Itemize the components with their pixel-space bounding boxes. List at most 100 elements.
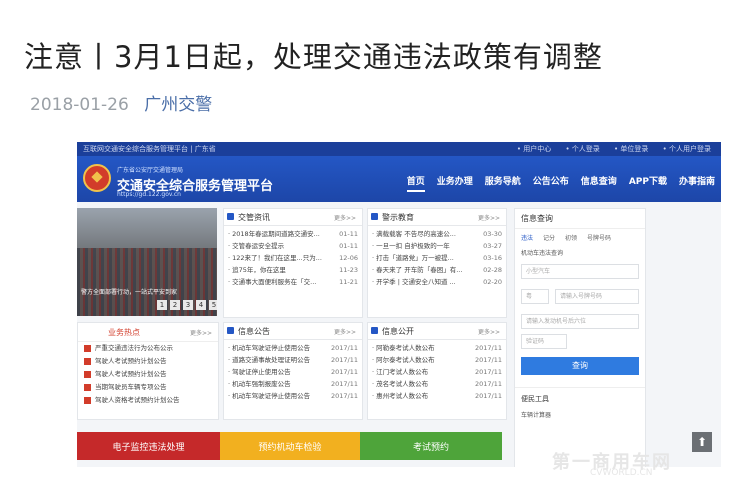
tab-points[interactable]: 记分 — [543, 233, 555, 242]
vehicle-inspection-label: 预约机动车检验 — [258, 442, 322, 453]
main-nav: 首页 业务办理 服务导航 公告公布 信息查询 APP下载 办事指南 — [406, 174, 715, 192]
nav-query[interactable]: 信息查询 — [581, 174, 617, 192]
list-item[interactable]: 驾驶人资格考试预约计划公告 — [78, 394, 218, 407]
list-item[interactable]: · 打击「道路党」万一被提... 03-16 — [368, 252, 506, 264]
nav-notice[interactable]: 公告公布 — [533, 174, 569, 192]
business-hot-panel: 业务热点 更多>> 严重交通违法行为公布公示 驾驶人考试预约计划公告 驾驶人考试… — [77, 322, 219, 420]
list-item[interactable]: 严重交通违法行为公布公示 — [78, 342, 218, 355]
panel-title: 业务热点 — [108, 328, 140, 337]
vehicle-inspection-button[interactable]: 预约机动车检验 — [220, 432, 360, 460]
list-item[interactable]: · 阿勒泰考试人数公布 2017/11 — [368, 342, 506, 354]
article-headline: 注意丨3月1日起，处理交通违法政策有调整 — [24, 40, 603, 74]
list-item[interactable]: · 122来了！我们在这里...只为... 12-06 — [224, 252, 362, 264]
nav-home[interactable]: 首页 — [406, 174, 425, 192]
police-emblem-icon — [83, 164, 111, 192]
query-title: 信息查询 — [515, 209, 645, 229]
more-link[interactable]: 更多>> — [478, 327, 500, 336]
site-subtitle: 广东省公安厅交通管理局 — [117, 167, 184, 174]
list-item[interactable]: · 机动车驾驶证停止使用公告 2017/11 — [224, 342, 362, 354]
list-item[interactable]: · 机动车驾驶证停止使用公告 2017/11 — [224, 390, 362, 402]
topbar-link[interactable]: • 单位登录 — [614, 145, 648, 153]
site-topbar: 互联网交通安全综合服务管理平台 | 广东省 • 用户中心 • 个人登录 • 单位… — [77, 142, 721, 156]
article-header: 注意丨3月1日起，处理交通违法政策有调整 2018-01-26 广州交警 — [0, 0, 737, 130]
news-list: · 2018年春运期间道路交通安... 01-11 · 交管春运安全提示 01-11… — [224, 228, 362, 288]
list-item[interactable]: · 2018年春运期间道路交通安... 01-11 — [224, 228, 362, 240]
item-icon — [84, 357, 91, 365]
list-item[interactable]: · 交通事大面便利服务在「交... 11-21 — [224, 276, 362, 288]
vehicle-type-select[interactable]: 小型汽车 — [521, 264, 639, 279]
article-source-link[interactable]: 广州交警 — [144, 95, 212, 115]
nav-business[interactable]: 业务办理 — [437, 174, 473, 192]
site-header: 广东省公安厅交通管理局 交通安全综合服务管理平台 https://gd.122.… — [77, 156, 721, 202]
banner-page[interactable]: 4 — [196, 300, 206, 310]
panel-title: 警示教育 — [382, 213, 414, 222]
traffic-news-panel: 交管资讯 更多>> · 2018年春运期间道路交通安... 01-11 · 交管春… — [223, 208, 363, 318]
topbar-link[interactable]: • 个人登录 — [565, 145, 599, 153]
camera-violation-label: 电子监控违法处理 — [112, 442, 185, 453]
topbar-left-text: 互联网交通安全综合服务管理平台 | 广东省 — [83, 145, 216, 153]
query-button[interactable]: 查询 — [521, 357, 639, 375]
list-item[interactable]: · 春天来了 开车防「春困」有... 02-28 — [368, 264, 506, 276]
list-item[interactable]: 当期驾驶员车辆专项公告 — [78, 381, 218, 394]
panel-title: 信息公告 — [238, 327, 270, 336]
list-item[interactable]: · 交管春运安全提示 01-11 — [224, 240, 362, 252]
camera-violation-button[interactable]: 电子监控违法处理 — [77, 432, 220, 460]
banner-page[interactable]: 3 — [183, 300, 193, 310]
banner-page[interactable]: 2 — [170, 300, 180, 310]
warning-icon — [371, 213, 378, 220]
more-link[interactable]: 更多>> — [478, 213, 500, 222]
article-date: 2018-01-26 — [30, 95, 129, 115]
tools-title: 便民工具 — [515, 387, 645, 410]
list-item[interactable]: · 阿尔泰考试人数公布 2017/11 — [368, 354, 506, 366]
panel-header: 警示教育 更多>> — [368, 209, 506, 226]
list-item[interactable]: 驾驶人考试预约计划公告 — [78, 368, 218, 381]
more-link[interactable]: 更多>> — [190, 328, 212, 337]
tools-item[interactable]: 车辆计算器 — [515, 410, 645, 419]
watermark-subtext: CVWORLD.CN — [590, 468, 653, 478]
tab-plate[interactable]: 号牌号码 — [587, 233, 611, 242]
plate-input[interactable]: 请输入号牌号码 — [555, 289, 639, 304]
banner-page[interactable]: 1 — [157, 300, 167, 310]
list-item[interactable]: · 开学季 | 交通安全八知道 ... 02-20 — [368, 276, 506, 288]
plate-row: 粤 请输入号牌号码 — [515, 284, 645, 309]
panel-header: 业务热点 更多>> — [78, 323, 218, 342]
tab-first[interactable]: 初领 — [565, 233, 577, 242]
list-item[interactable]: · 满载载客 不告尽的高速公... 03-30 — [368, 228, 506, 240]
list-item[interactable]: · 驾驶证停止使用公告 2017/11 — [224, 366, 362, 378]
list-item[interactable]: · 惠州考试人数公布 2017/11 — [368, 390, 506, 402]
panel-header: 交管资讯 更多>> — [224, 209, 362, 226]
news-banner[interactable]: 警方全面部署行动，一站式平安到家 1 2 3 4 5 — [77, 208, 217, 316]
nav-service[interactable]: 服务导航 — [485, 174, 521, 192]
more-link[interactable]: 更多>> — [334, 213, 356, 222]
list-item[interactable]: · 道路交通事故处理证明公告 2017/11 — [224, 354, 362, 366]
article-meta: 2018-01-26 广州交警 — [30, 90, 212, 115]
list-item[interactable]: 驾驶人考试预约计划公告 — [78, 355, 218, 368]
news-icon — [227, 213, 234, 220]
item-icon — [84, 370, 91, 378]
info-notice-panel: 信息公告 更多>> · 机动车驾驶证停止使用公告 2017/11 · 道路交通事故… — [223, 322, 363, 420]
captcha-input[interactable]: 验证码 — [521, 334, 567, 349]
scroll-top-icon[interactable]: ⬆ — [692, 432, 712, 452]
topbar-link[interactable]: • 用户中心 — [517, 145, 551, 153]
more-link[interactable]: 更多>> — [334, 327, 356, 336]
item-icon — [84, 383, 91, 391]
engine-number-input[interactable]: 请输入发动机号后六位 — [521, 314, 639, 329]
site-url: https://gd.122.gov.cn — [117, 191, 181, 198]
list-item[interactable]: · 追75年，你在这里 11-23 — [224, 264, 362, 276]
province-select[interactable]: 粤 — [521, 289, 549, 304]
exam-booking-button[interactable]: 考试预约 — [360, 432, 502, 460]
topbar-link[interactable]: • 个人用户登录 — [663, 145, 711, 153]
panel-header: 信息公告 更多>> — [224, 323, 362, 340]
banner-page[interactable]: 5 — [209, 300, 217, 310]
embedded-website-screenshot: 互联网交通安全综合服务管理平台 | 广东省 • 用户中心 • 个人登录 • 单位… — [77, 142, 721, 467]
list-item[interactable]: · 茂名考试人数公布 2017/11 — [368, 378, 506, 390]
notice-list: · 机动车驾驶证停止使用公告 2017/11 · 道路交通事故处理证明公告 2017… — [224, 342, 362, 402]
panel-title: 信息公开 — [382, 327, 414, 336]
tab-violation[interactable]: 违法 — [521, 233, 533, 242]
warning-edu-panel: 警示教育 更多>> · 满载载客 不告尽的高速公... 03-30 · 一旦一扣 … — [367, 208, 507, 318]
list-item[interactable]: · 江门考试人数公布 2017/11 — [368, 366, 506, 378]
list-item[interactable]: · 机动车强制报废公告 2017/11 — [224, 378, 362, 390]
list-item[interactable]: · 一旦一扣 自护极致的一年 03-27 — [368, 240, 506, 252]
nav-guide[interactable]: 办事指南 — [679, 174, 715, 192]
nav-app[interactable]: APP下载 — [629, 174, 667, 192]
